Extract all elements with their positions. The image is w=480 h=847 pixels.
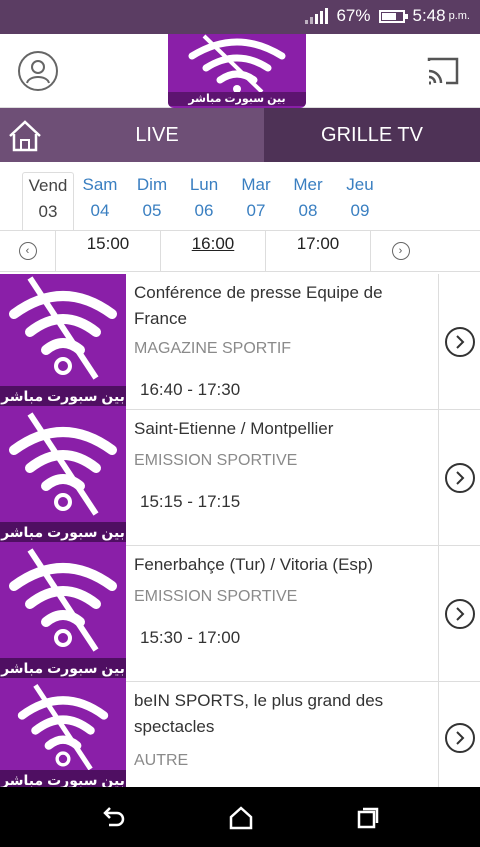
time-selector: ‹ 15:00 16:00 17:00 › <box>0 230 480 272</box>
chevron-right-icon: › <box>391 242 410 260</box>
day-item[interactable]: Jeu 09 <box>334 172 386 230</box>
day-item[interactable]: Vend 03 <box>22 172 74 230</box>
user-circle-icon <box>26 60 50 84</box>
program-item[interactable]: بين سبورت مباشر Saint-Etienne / Montpell… <box>0 410 480 546</box>
program-item[interactable]: بين سبورت مباشر beIN SPORTS, le plus gra… <box>0 682 480 794</box>
program-item[interactable]: بين سبورت مباشر Fenerbahçe (Tur) / Vitor… <box>0 546 480 682</box>
clock: 5:48 <box>412 6 446 25</box>
day-item[interactable]: Lun 06 <box>178 172 230 230</box>
program-thumbnail: بين سبورت مباشر <box>0 274 126 410</box>
home-button[interactable] <box>228 805 254 831</box>
program-title: Conférence de presse Equipe de France <box>134 283 383 328</box>
program-thumbnail: بين سبورت مباشر <box>0 410 126 546</box>
tab-bar: LIVE GRILLE TV <box>0 108 480 162</box>
program-time: 16:40 - 17:30 <box>140 380 241 399</box>
signal-icon <box>305 8 329 24</box>
chevron-right-icon <box>444 327 475 357</box>
cast-icon <box>427 57 459 85</box>
day-item[interactable]: Sam 04 <box>74 172 126 230</box>
program-thumbnail: بين سبورت مباشر <box>0 546 126 682</box>
system-nav-bar <box>0 787 480 847</box>
profile-button[interactable] <box>18 51 58 91</box>
program-title: Fenerbahçe (Tur) / Vitoria (Esp) <box>134 555 374 574</box>
back-icon <box>103 807 125 827</box>
program-category: EMISSION SPORTIVE <box>134 452 298 469</box>
program-time: 15:15 - 17:15 <box>140 492 241 511</box>
program-open-button[interactable] <box>438 274 480 410</box>
day-item[interactable]: Dim 05 <box>126 172 178 230</box>
time-slot[interactable]: 15:00 <box>55 230 160 272</box>
day-item[interactable]: Mer 08 <box>282 172 334 230</box>
chevron-left-icon: ‹ <box>18 242 37 260</box>
program-category: MAGAZINE SPORTIF <box>134 340 292 357</box>
day-item[interactable]: Mar 07 <box>230 172 282 230</box>
battery-percent: 67% <box>336 6 371 25</box>
clock-ampm: p.m. <box>448 10 470 22</box>
tab-home[interactable] <box>0 108 50 162</box>
program-category: EMISSION SPORTIVE <box>134 588 298 605</box>
program-title: beIN SPORTS, le plus grand des spectacle… <box>134 691 384 736</box>
recents-icon <box>357 807 379 829</box>
time-next-button[interactable]: › <box>370 230 430 272</box>
status-bar: 67% 5:48 p.m. <box>0 0 480 34</box>
tab-live[interactable]: LIVE <box>50 108 264 162</box>
home-icon <box>9 120 41 152</box>
program-item[interactable]: بين سبورت مباشر Conférence de presse Equ… <box>0 274 480 410</box>
wifi-off-icon <box>17 683 109 771</box>
app-header: بين سبورت مباشر <box>0 34 480 108</box>
recents-button[interactable] <box>355 805 381 831</box>
logo-caption: بين سبورت مباشر <box>168 92 306 106</box>
chevron-right-icon <box>444 463 475 493</box>
program-time: 15:30 - 17:00 <box>140 628 241 647</box>
tab-grille-tv[interactable]: GRILLE TV <box>264 108 480 162</box>
program-title: Saint-Etienne / Montpellier <box>134 419 334 438</box>
program-open-button[interactable] <box>438 410 480 546</box>
program-list: بين سبورت مباشر Conférence de presse Equ… <box>0 274 480 794</box>
time-slot[interactable]: 17:00 <box>265 230 370 272</box>
home-nav-icon <box>229 806 253 830</box>
app-logo: بين سبورت مباشر <box>168 34 306 108</box>
cast-button[interactable] <box>426 56 460 86</box>
program-thumbnail: بين سبورت مباشر <box>0 682 126 794</box>
program-open-button[interactable] <box>438 682 480 794</box>
chevron-right-icon <box>444 723 475 753</box>
day-selector: Vend 03 Sam 04 Dim 05 Lun 06 Mar 07 Mer 08 Jeu… <box>22 172 386 230</box>
back-button[interactable] <box>100 805 126 831</box>
chevron-right-icon <box>444 599 475 629</box>
program-open-button[interactable] <box>438 546 480 682</box>
wifi-off-icon <box>9 548 117 652</box>
time-slot-current[interactable]: 16:00 <box>160 230 265 272</box>
wifi-off-icon <box>9 412 117 516</box>
wifi-off-icon <box>9 276 117 380</box>
battery-icon <box>378 9 408 23</box>
time-prev-button[interactable]: ‹ <box>0 230 55 272</box>
program-category: AUTRE <box>134 752 189 769</box>
